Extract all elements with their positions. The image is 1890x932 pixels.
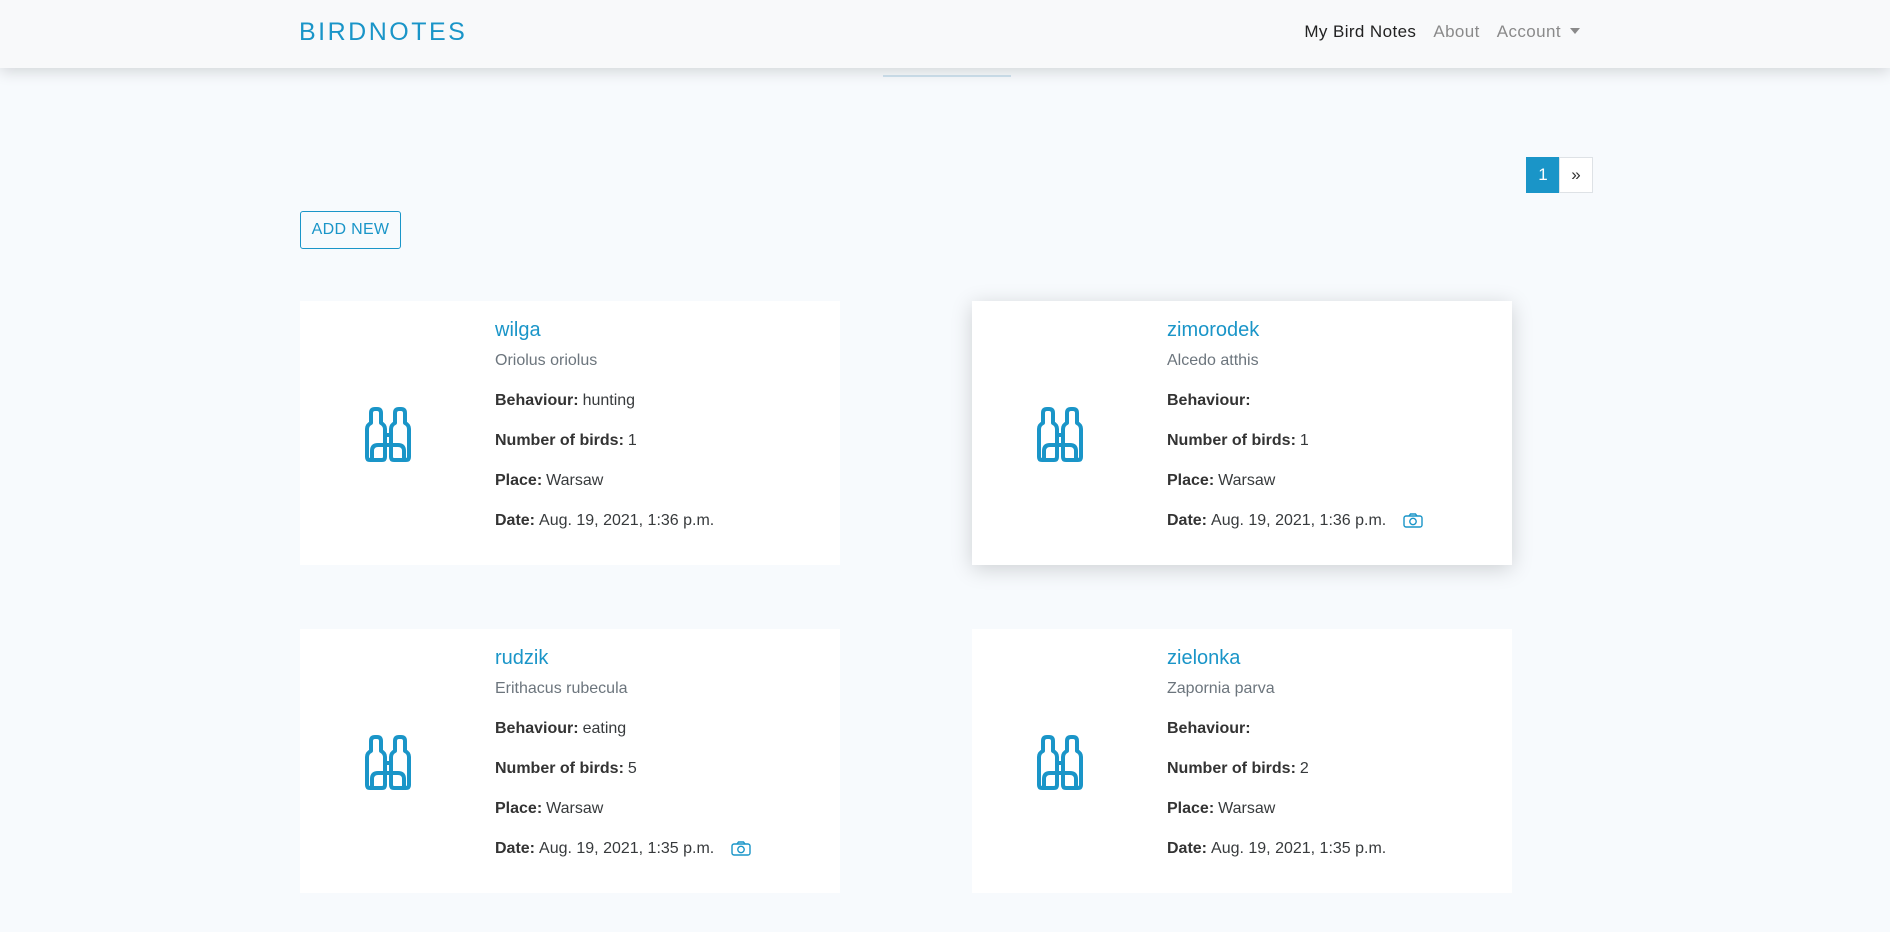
behaviour-label: Behaviour: — [495, 720, 579, 737]
date-value: Aug. 19, 2021, 1:36 p.m. — [539, 512, 715, 529]
place-value: Warsaw — [1218, 800, 1276, 817]
number-value: 5 — [627, 760, 637, 777]
behaviour-value: eating — [582, 720, 627, 737]
behaviour-row: Behaviour: hunting — [495, 392, 830, 412]
behaviour-label: Behaviour: — [1167, 720, 1251, 737]
card-info: zimorodek Alcedo atthis Behaviour: Numbe… — [1167, 319, 1502, 532]
place-row: Place: Warsaw — [1167, 472, 1502, 492]
camera-icon[interactable] — [731, 841, 751, 856]
place-row: Place: Warsaw — [495, 472, 830, 492]
bird-name-link[interactable]: zimorodek — [1167, 319, 1259, 345]
binoculars-icon — [365, 735, 411, 790]
latin-name: Alcedo atthis — [1167, 352, 1259, 369]
next-page-link[interactable]: » — [1559, 157, 1593, 193]
number-label: Number of birds: — [495, 432, 624, 449]
number-label: Number of birds: — [1167, 432, 1296, 449]
place-label: Place: — [1167, 472, 1215, 489]
number-row: Number of birds: 5 — [495, 760, 830, 780]
date-value: Aug. 19, 2021, 1:35 p.m. — [539, 840, 715, 857]
number-value: 2 — [1299, 760, 1309, 777]
brand-logo-link[interactable]: BIRDNOTES — [299, 18, 467, 47]
behaviour-value: hunting — [582, 392, 636, 409]
bird-name-link[interactable]: zielonka — [1167, 647, 1240, 673]
nav-account-label: Account — [1496, 22, 1561, 41]
date-row: Date: Aug. 19, 2021, 1:35 p.m. — [495, 840, 830, 860]
place-label: Place: — [495, 472, 543, 489]
date-label: Date: — [495, 840, 536, 857]
binoculars-icon — [1037, 407, 1083, 462]
place-value: Warsaw — [1218, 472, 1276, 489]
binoculars-icon — [365, 407, 411, 462]
behaviour-label: Behaviour: — [495, 392, 579, 409]
number-label: Number of birds: — [1167, 760, 1296, 777]
behaviour-row: Behaviour: eating — [495, 720, 830, 740]
camera-icon[interactable] — [1403, 513, 1423, 528]
page-1-link[interactable]: 1 — [1526, 157, 1560, 193]
add-new-button[interactable]: ADD NEW — [300, 211, 401, 249]
place-value: Warsaw — [546, 472, 604, 489]
place-value: Warsaw — [546, 800, 604, 817]
date-label: Date: — [1167, 840, 1208, 857]
behaviour-row: Behaviour: — [1167, 720, 1502, 740]
date-row: Date: Aug. 19, 2021, 1:36 p.m. — [495, 512, 830, 532]
caret-down-icon — [1570, 28, 1580, 34]
date-value: Aug. 19, 2021, 1:35 p.m. — [1211, 840, 1387, 857]
number-row: Number of birds: 1 — [1167, 432, 1502, 452]
bird-name-link[interactable]: wilga — [495, 319, 541, 345]
behaviour-label: Behaviour: — [1167, 392, 1251, 409]
date-row: Date: Aug. 19, 2021, 1:36 p.m. — [1167, 512, 1502, 532]
nav-account-dropdown[interactable]: Account — [1497, 22, 1580, 42]
place-label: Place: — [495, 800, 543, 817]
navbar: BIRDNOTES My Bird Notes About Account — [0, 0, 1890, 68]
date-label: Date: — [495, 512, 536, 529]
pagination: 1 » — [1526, 157, 1593, 193]
latin-name: Oriolus oriolus — [495, 352, 598, 369]
date-value: Aug. 19, 2021, 1:36 p.m. — [1211, 512, 1387, 529]
place-row: Place: Warsaw — [495, 800, 830, 820]
bird-note-card: wilga Oriolus oriolus Behaviour: hunting … — [300, 301, 840, 565]
place-row: Place: Warsaw — [1167, 800, 1502, 820]
bird-note-card: zimorodek Alcedo atthis Behaviour: Numbe… — [972, 301, 1512, 565]
card-info: rudzik Erithacus rubecula Behaviour: eati… — [495, 647, 830, 860]
place-label: Place: — [1167, 800, 1215, 817]
date-row: Date: Aug. 19, 2021, 1:35 p.m. — [1167, 840, 1502, 860]
date-label: Date: — [1167, 512, 1208, 529]
number-value: 1 — [627, 432, 637, 449]
nav-my-bird-notes[interactable]: My Bird Notes — [1304, 22, 1416, 42]
card-info: wilga Oriolus oriolus Behaviour: hunting … — [495, 319, 830, 532]
bird-note-card: rudzik Erithacus rubecula Behaviour: eati… — [300, 629, 840, 893]
number-row: Number of birds: 1 — [495, 432, 830, 452]
number-value: 1 — [1299, 432, 1309, 449]
number-label: Number of birds: — [495, 760, 624, 777]
number-row: Number of birds: 2 — [1167, 760, 1502, 780]
bird-note-card: zielonka Zapornia parva Behaviour: Numbe… — [972, 629, 1512, 893]
latin-name: Zapornia parva — [1167, 680, 1275, 697]
decorative-underline — [883, 75, 1011, 77]
card-info: zielonka Zapornia parva Behaviour: Numbe… — [1167, 647, 1502, 860]
latin-name: Erithacus rubecula — [495, 680, 628, 697]
nav-about[interactable]: About — [1433, 22, 1479, 42]
bird-name-link[interactable]: rudzik — [495, 647, 548, 673]
nav-links: My Bird Notes About Account — [1304, 22, 1580, 42]
behaviour-row: Behaviour: — [1167, 392, 1502, 412]
binoculars-icon — [1037, 735, 1083, 790]
